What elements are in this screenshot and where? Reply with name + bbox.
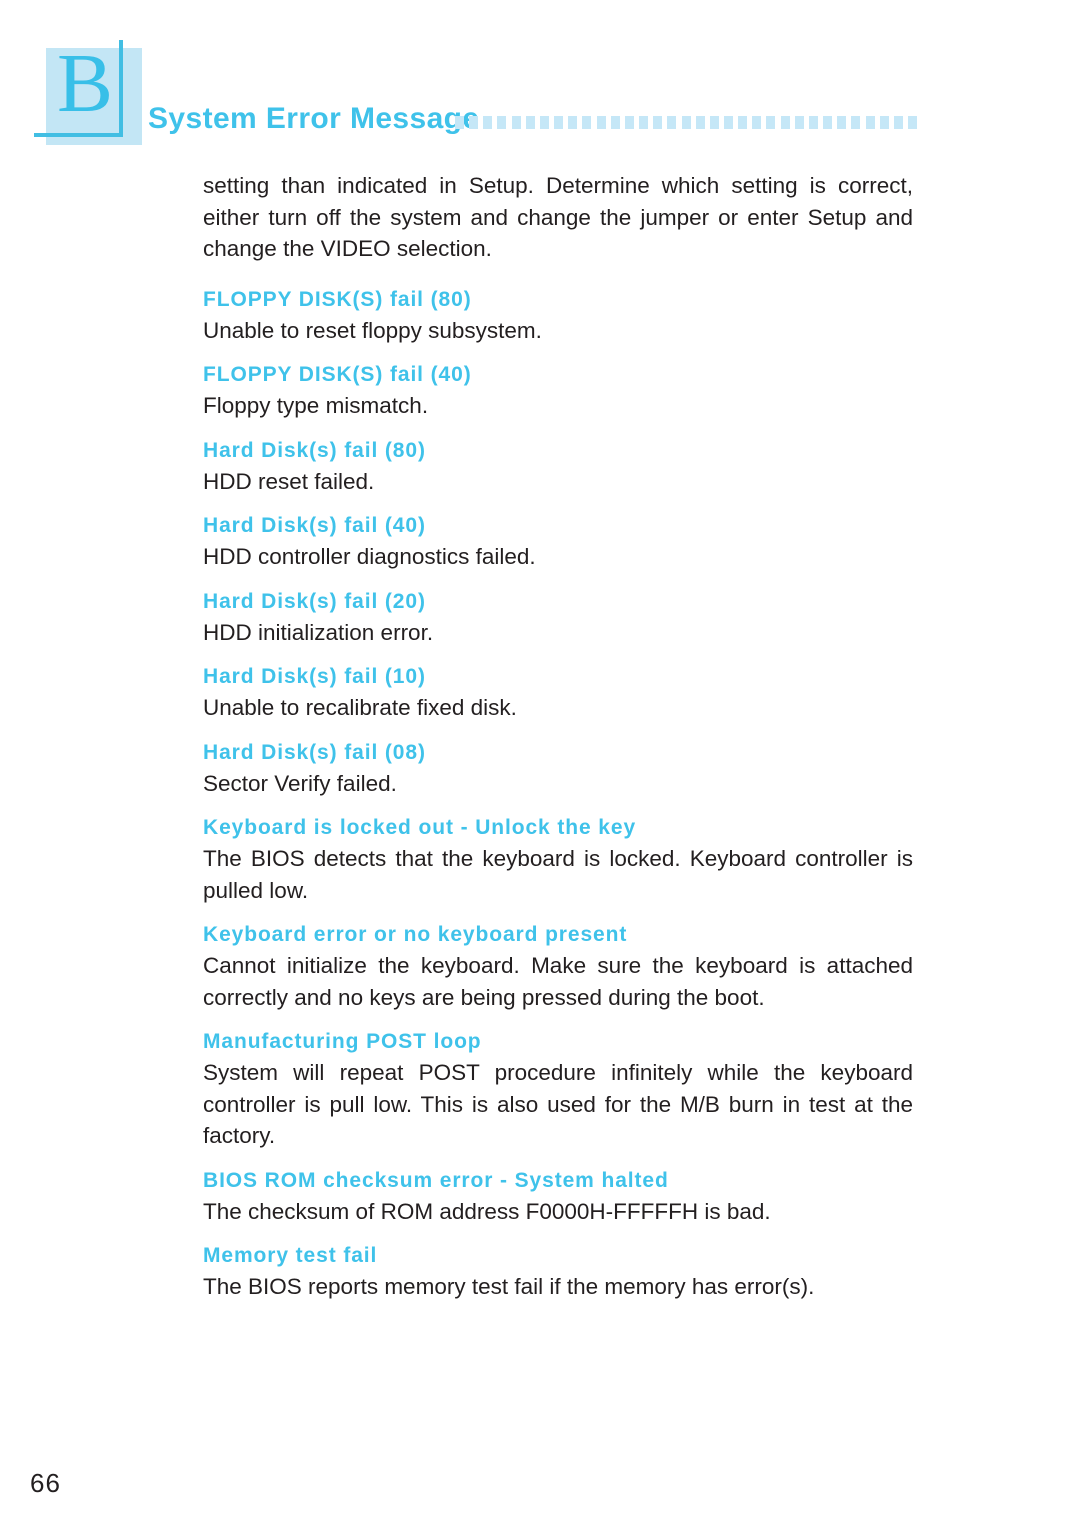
- error-message-description: HDD initialization error.: [203, 619, 434, 645]
- header-rule-square: [893, 115, 903, 129]
- error-message-description: HDD reset failed.: [203, 468, 375, 494]
- header-rule-square: [738, 115, 748, 129]
- error-message-entry: Hard Disk(s) fail (08) Sector Verify fail…: [203, 738, 913, 800]
- page-content: setting than indicated in Setup. Determi…: [203, 170, 913, 1317]
- error-message-entry: Hard Disk(s) fail (20) HDD initialization…: [203, 587, 913, 649]
- header-rule-square: [837, 115, 847, 129]
- header-rule-square: [752, 115, 762, 129]
- header-rule-square: [766, 115, 776, 129]
- error-message-title: Keyboard is locked out - Unlock the key: [203, 816, 637, 839]
- error-message-entry: Keyboard is locked out - Unlock the key T…: [203, 813, 913, 906]
- header-rule-square: [539, 115, 549, 129]
- error-message-entry: Manufacturing POST loop System will repea…: [203, 1027, 913, 1152]
- header-rule-square: [653, 115, 663, 129]
- error-message-entry: FLOPPY DISK(S) fail (40) Floppy type mism…: [203, 360, 913, 422]
- header-rule-square: [908, 115, 917, 129]
- header-rule-square: [879, 115, 889, 129]
- header-rule-square: [582, 115, 592, 129]
- header-rule-square: [794, 115, 804, 129]
- page-number: 66: [30, 1468, 61, 1498]
- appendix-letter: B: [56, 37, 114, 130]
- error-message-description: Unable to reset floppy subsystem.: [203, 317, 542, 343]
- error-message-description: Floppy type mismatch.: [203, 393, 429, 418]
- error-message-description: System will repeat POST procedure infini…: [203, 1060, 913, 1148]
- error-message-list: FLOPPY DISK(S) fail (80) Unable to reset …: [203, 285, 913, 1303]
- intro-paragraph: setting than indicated in Setup. Determi…: [203, 173, 913, 261]
- error-message-description: Cannot initialize the keyboard. Make sur…: [203, 953, 913, 1010]
- error-message-title: FLOPPY DISK(S) fail (40): [203, 363, 472, 386]
- error-message-title: Hard Disk(s) fail (20): [203, 589, 426, 613]
- error-message-title: Hard Disk(s) fail (08): [203, 740, 426, 764]
- header-rule-square: [667, 115, 677, 129]
- header-rule-square: [568, 115, 578, 129]
- header-rule-square: [525, 115, 535, 129]
- header-rule-square: [639, 115, 649, 129]
- error-message-entry: Hard Disk(s) fail (80) HDD reset failed.: [203, 436, 913, 498]
- error-message-title: Keyboard error or no keyboard present: [203, 923, 628, 946]
- error-message-title: Hard Disk(s) fail (40): [203, 514, 426, 537]
- header-rule-square: [469, 115, 479, 129]
- error-message-entry: Keyboard error or no keyboard present Can…: [203, 920, 913, 1013]
- error-message-entry: FLOPPY DISK(S) fail (80) Unable to reset …: [203, 285, 913, 347]
- header-rule-square: [610, 115, 620, 129]
- header-rule-square: [681, 115, 691, 129]
- error-message-description: The BIOS reports memory test fail if the…: [203, 1274, 815, 1299]
- header-rule-square: [511, 115, 521, 129]
- header-rule-square: [823, 115, 833, 129]
- error-message-entry: Memory test fail The BIOS reports memory …: [203, 1241, 913, 1303]
- error-message-description: Sector Verify failed.: [203, 770, 397, 796]
- document-page: B System Error Message setting than indi…: [0, 0, 1080, 1533]
- error-message-title: Manufacturing POST loop: [203, 1030, 482, 1053]
- error-message-description: Unable to recalibrate fixed disk.: [203, 695, 517, 720]
- header-rule-square: [624, 115, 634, 129]
- error-message-title: BIOS ROM checksum error - System halted: [203, 1168, 669, 1192]
- appendix-letter-mark: B: [34, 37, 142, 145]
- error-message-description: The BIOS detects that the keyboard is lo…: [203, 846, 913, 903]
- header-rule-square: [709, 115, 719, 129]
- header-rule-square: [808, 115, 818, 129]
- page-title: System Error Message: [148, 102, 480, 135]
- header-rule-square: [497, 115, 507, 129]
- error-message-title: FLOPPY DISK(S) fail (80): [203, 287, 472, 311]
- error-message-entry: Hard Disk(s) fail (40) HDD controller dia…: [203, 511, 913, 573]
- header-rule-square: [780, 115, 790, 129]
- page-header: B System Error Message: [0, 0, 1080, 160]
- error-message-entry: BIOS ROM checksum error - System halted T…: [203, 1166, 913, 1228]
- header-rule-square: [455, 115, 464, 129]
- header-rule-square: [695, 115, 705, 129]
- header-rule-square: [483, 115, 493, 129]
- error-message-title: Memory test fail: [203, 1244, 378, 1267]
- header-rule-square: [851, 115, 861, 129]
- header-dotted-rule: [455, 115, 917, 129]
- header-rule-square: [865, 115, 875, 129]
- error-message-entry: Hard Disk(s) fail (10) Unable to recalibr…: [203, 662, 913, 724]
- error-message-title: Hard Disk(s) fail (10): [203, 665, 426, 688]
- error-message-description: The checksum of ROM address F0000H-FFFFF…: [203, 1198, 771, 1224]
- error-message-title: Hard Disk(s) fail (80): [203, 438, 426, 462]
- error-message-description: HDD controller diagnostics failed.: [203, 544, 536, 569]
- header-rule-square: [723, 115, 733, 129]
- header-rule-square: [596, 115, 606, 129]
- header-rule-square: [554, 115, 564, 129]
